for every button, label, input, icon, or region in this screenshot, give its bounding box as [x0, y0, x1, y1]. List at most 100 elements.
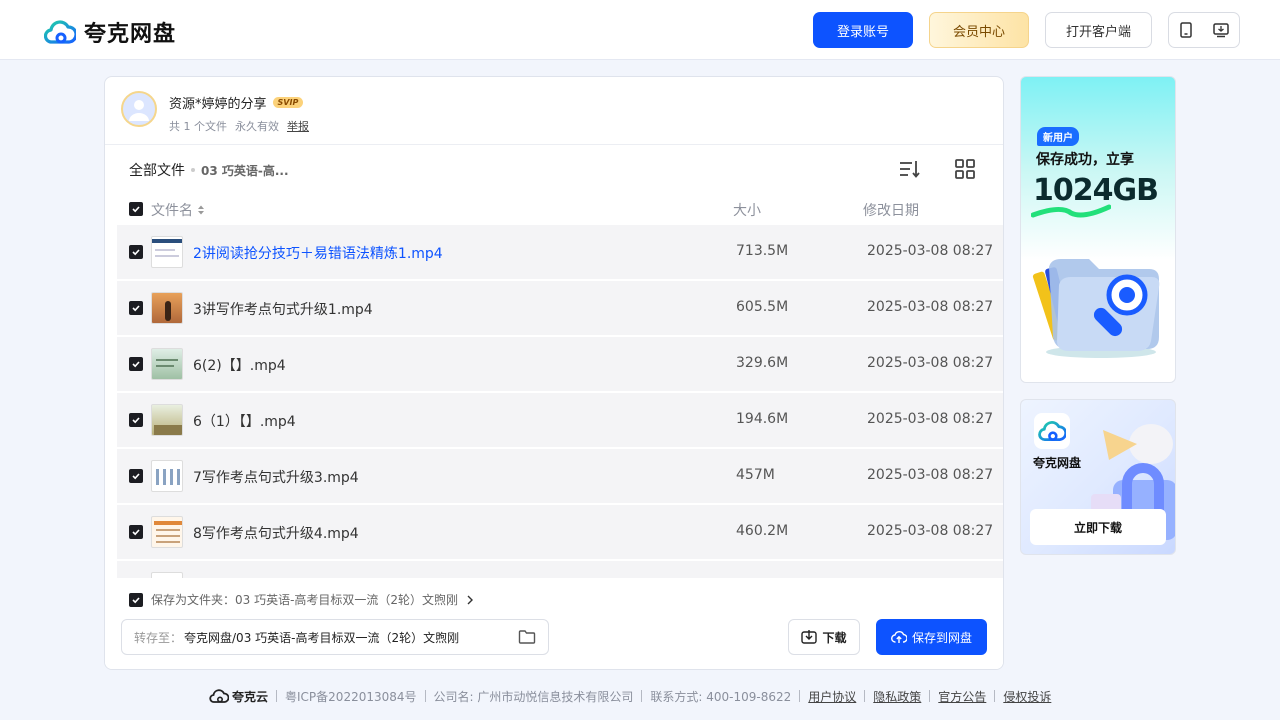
breadcrumb-current[interactable]: 03 巧英语-高...: [201, 162, 289, 179]
file-name[interactable]: 2讲阅读抢分技巧＋易错语法精炼1.mp4: [193, 243, 443, 263]
footer-brand-label: 夸克云: [232, 689, 269, 704]
breadcrumb: 全部文件 03 巧英语-高...: [129, 160, 289, 180]
table-row[interactable]: 7写作考点句式升级3.mp4 457M 2025-03-08 08:27: [117, 449, 1003, 503]
folder-icon[interactable]: [518, 629, 536, 645]
col-size[interactable]: 大小: [733, 200, 761, 220]
check-icon: [132, 473, 140, 480]
cloud-logo-icon: [44, 20, 76, 44]
file-size: 460.2M: [736, 523, 789, 539]
separator: [641, 690, 643, 702]
sort-arrows-icon: [198, 205, 204, 215]
vip-center-button[interactable]: 会员中心: [929, 12, 1029, 48]
footer-link-infringement[interactable]: 侵权投诉: [1003, 688, 1051, 705]
app-logo: [1034, 413, 1070, 449]
breadcrumb-separator: [191, 168, 195, 172]
save-path-label: 转存至：: [134, 630, 183, 645]
table-row[interactable]: 8写作考点句式升级4.mp4 460.2M 2025-03-08 08:27: [117, 505, 1003, 559]
footer-link-user-agreement[interactable]: 用户协议: [808, 688, 856, 705]
row-checkbox[interactable]: [129, 357, 143, 371]
open-client-button[interactable]: 打开客户端: [1045, 12, 1152, 48]
file-date: 2025-03-08 08:27: [867, 243, 994, 259]
file-name[interactable]: 7写作考点句式升级3.mp4: [193, 467, 359, 487]
grid-view-icon[interactable]: [953, 157, 977, 181]
separator: [799, 690, 801, 702]
footer-link-privacy[interactable]: 隐私政策: [873, 688, 921, 705]
logo-text: 夸克网盘: [84, 22, 177, 47]
download-button[interactable]: 下载: [788, 619, 860, 655]
footer-company: 公司名: 广州市动悦信息技术有限公司: [433, 689, 634, 704]
device-switch-group: [1168, 12, 1240, 48]
footer-brand: 夸克云: [209, 688, 268, 705]
file-date: 2025-03-08 08:27: [867, 355, 994, 371]
divider: [105, 144, 1003, 145]
col-date[interactable]: 修改日期: [863, 200, 919, 220]
save-folder-label: 保存为文件夹：03 巧英语-高考目标双一流（2轮）文煦刚: [151, 593, 459, 607]
row-checkbox[interactable]: [129, 245, 143, 259]
app-download-banner[interactable]: 夸克网盘 立即下载: [1020, 399, 1176, 555]
check-icon: [132, 361, 140, 368]
file-date: 2025-03-08 08:27: [867, 299, 994, 315]
file-name[interactable]: 3讲写作考点句式升级1.mp4: [193, 299, 373, 319]
file-size: 457M: [736, 467, 775, 483]
save-to-drive-button[interactable]: 保存到网盘: [876, 619, 987, 655]
file-size: 713.5M: [736, 243, 789, 259]
save-as-folder-option[interactable]: 保存为文件夹：03 巧英语-高考目标双一流（2轮）文煦刚: [129, 591, 474, 608]
row-checkbox[interactable]: [129, 469, 143, 483]
separator: [929, 690, 931, 702]
top-header: 夸克网盘 登录账号 会员中心 打开客户端: [0, 0, 1280, 60]
breadcrumb-root[interactable]: 全部文件: [129, 160, 185, 180]
save-folder-checkbox[interactable]: [129, 592, 143, 607]
quark-cloud-icon: [209, 689, 229, 703]
mobile-icon[interactable]: [1179, 22, 1193, 38]
page-footer: 夸克云 粤ICP备2022013084号 公司名: 广州市动悦信息技术有限公司 …: [209, 686, 1051, 706]
video-thumbnail: [151, 516, 183, 548]
file-date: 2025-03-08 08:27: [867, 523, 994, 539]
file-count: 共 1 个文件: [169, 120, 227, 133]
col-name[interactable]: 文件名: [151, 200, 205, 220]
chevron-right-icon: [467, 595, 474, 604]
download-now-button[interactable]: 立即下载: [1030, 509, 1166, 545]
desktop-icon[interactable]: [1213, 22, 1229, 38]
quark-logo[interactable]: 夸克网盘: [44, 16, 176, 48]
table-row[interactable]: 2讲阅读抢分技巧＋易错语法精炼1.mp4 713.5M 2025-03-08 0…: [117, 225, 1003, 279]
save-to-drive-label: 保存到网盘: [911, 630, 972, 645]
swoosh-decoration: [1031, 204, 1111, 218]
file-name[interactable]: 6（1）【】.mp4: [193, 411, 296, 431]
new-user-tag: 新用户: [1037, 127, 1079, 146]
table-row[interactable]: 6（1）【】.mp4 194.6M 2025-03-08 08:27: [117, 393, 1003, 447]
separator: [864, 690, 866, 702]
svip-badge: SVIP: [272, 97, 304, 108]
save-path-field[interactable]: 转存至： 夸克网盘/03 巧英语-高考目标双一流（2轮）文煦刚: [121, 619, 549, 655]
table-row-partial[interactable]: [117, 561, 1003, 578]
footer-link-announcement[interactable]: 官方公告: [938, 688, 986, 705]
share-card: 资源*婷婷的分享 SVIP 共 1 个文件 永久有效 举报 全部文件 03 巧英…: [104, 76, 1004, 670]
table-row[interactable]: 3讲写作考点句式升级1.mp4 605.5M 2025-03-08 08:27: [117, 281, 1003, 335]
separator: [994, 690, 996, 702]
report-link[interactable]: 举报: [287, 118, 309, 134]
video-thumbnail: [151, 404, 183, 436]
file-size: 605.5M: [736, 299, 789, 315]
separator: [276, 690, 278, 702]
column-header: 文件名 大小 修改日期: [129, 200, 999, 220]
check-icon: [132, 529, 140, 536]
footer-contact: 联系方式: 400-109-8622: [650, 689, 792, 704]
table-row[interactable]: 6(2)【】.mp4 329.6M 2025-03-08 08:27: [117, 337, 1003, 391]
sharer-info: 资源*婷婷的分享 SVIP 共 1 个文件 永久有效 举报: [121, 91, 309, 134]
video-thumbnail: [151, 460, 183, 492]
cloud-logo-icon: [1038, 421, 1066, 441]
select-all-checkbox[interactable]: [129, 202, 143, 216]
row-checkbox[interactable]: [129, 525, 143, 539]
file-name[interactable]: 6(2)【】.mp4: [193, 355, 286, 375]
video-thumbnail: [151, 348, 183, 380]
file-name[interactable]: 8写作考点句式升级4.mp4: [193, 523, 359, 543]
download-icon: [801, 630, 818, 644]
footer-icp[interactable]: 粤ICP备2022013084号: [285, 688, 417, 705]
new-user-banner[interactable]: 新用户 保存成功，立享 1024GB: [1020, 76, 1176, 383]
login-button[interactable]: 登录账号: [813, 12, 913, 48]
avatar: [121, 91, 157, 127]
row-checkbox[interactable]: [129, 413, 143, 427]
sort-icon[interactable]: [897, 157, 921, 181]
row-checkbox[interactable]: [129, 301, 143, 315]
app-name: 夸克网盘: [1033, 456, 1082, 470]
validity: 永久有效: [235, 120, 279, 133]
